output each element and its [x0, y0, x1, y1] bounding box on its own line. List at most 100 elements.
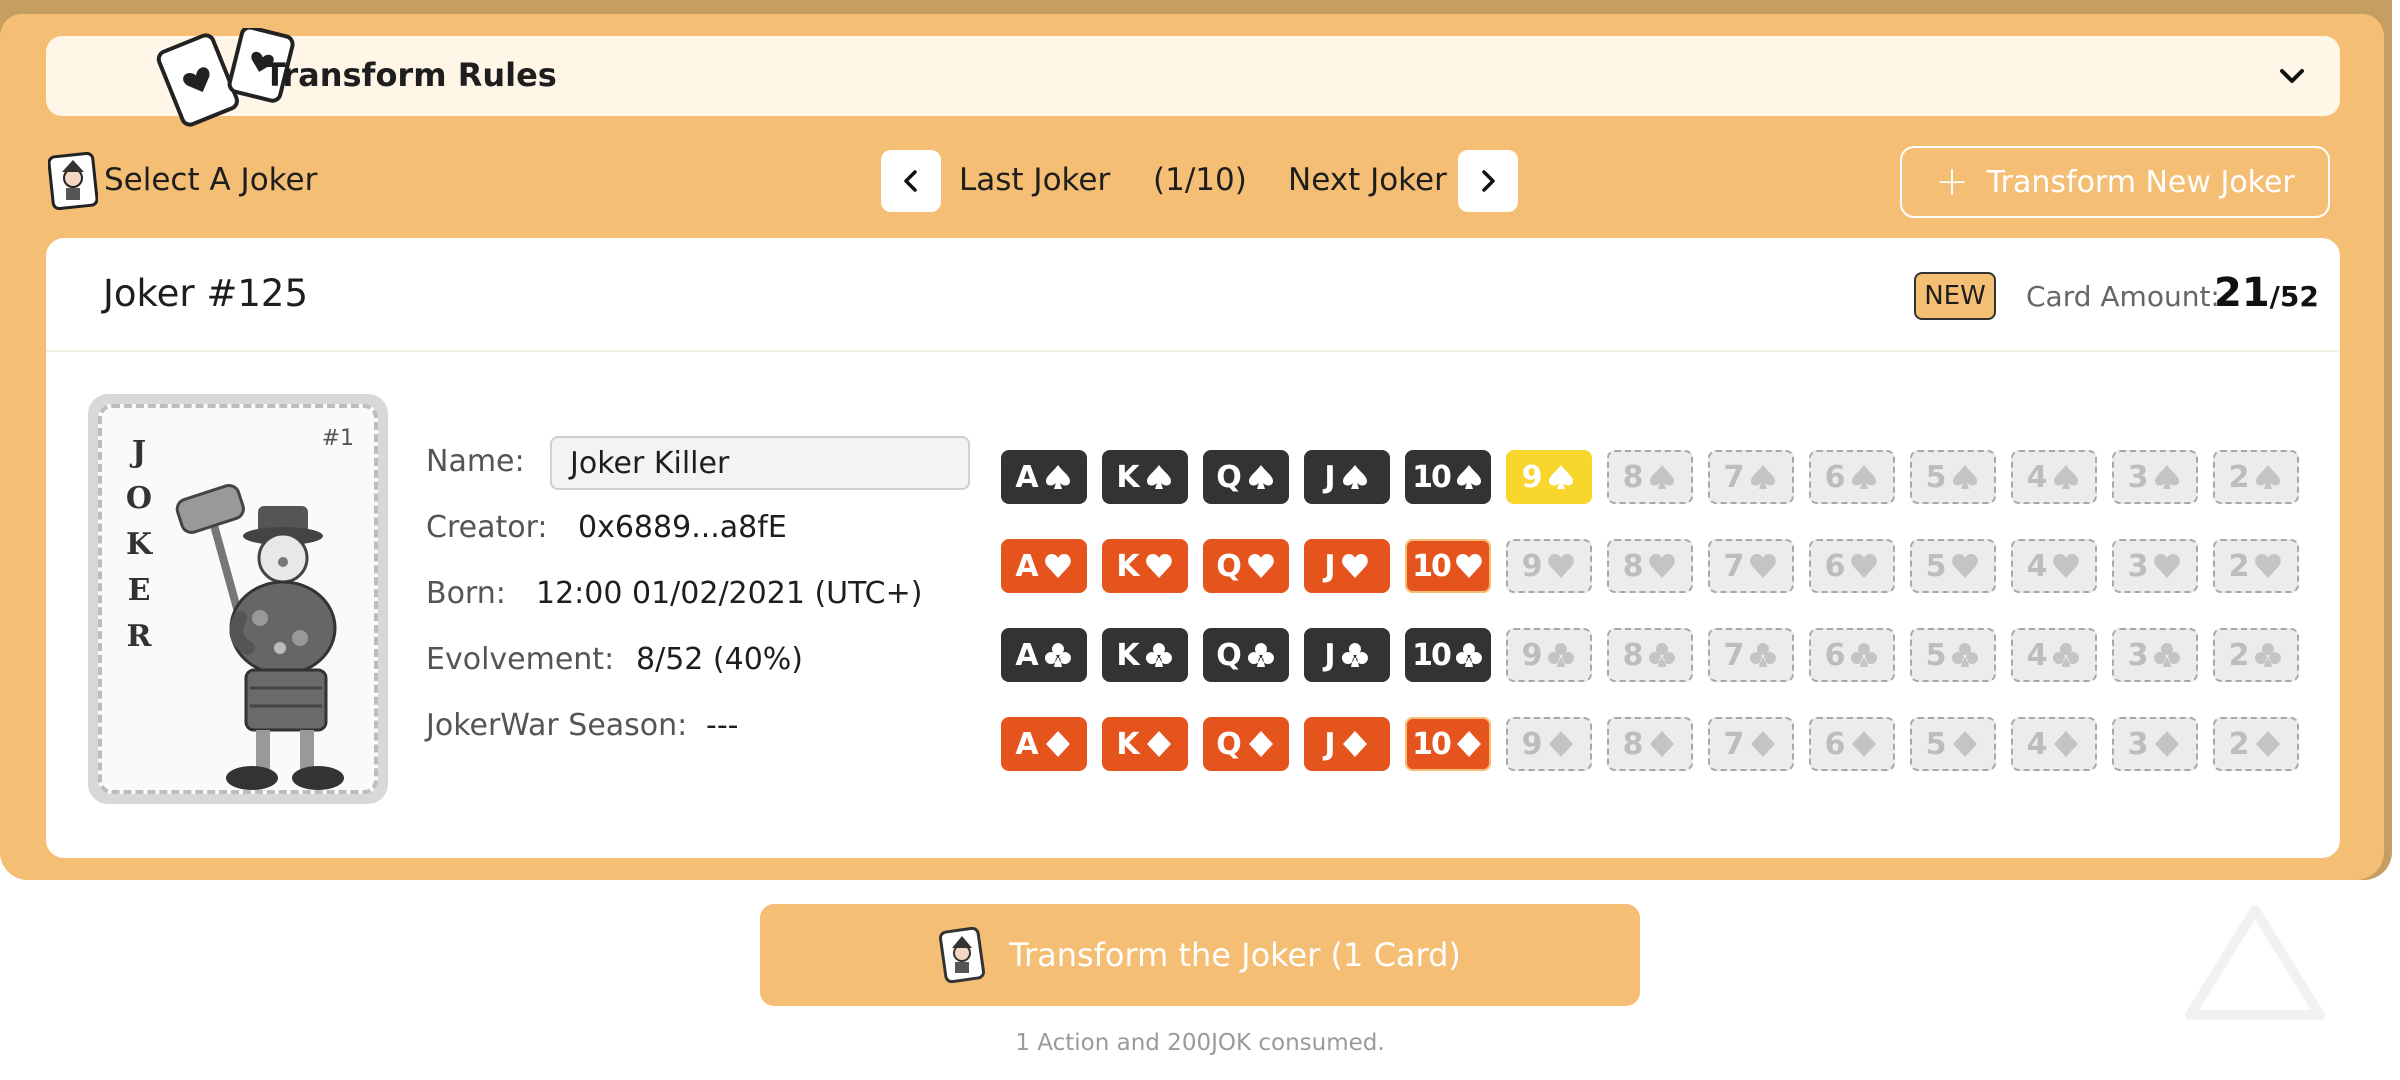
heart-icon: [1341, 554, 1368, 578]
card-5-diamond[interactable]: 5: [1910, 717, 1996, 771]
card-8-club[interactable]: 8: [1607, 628, 1693, 682]
card-5-heart[interactable]: 5: [1910, 539, 1996, 593]
joker-detail-card: Joker #125 NEW Card Amount: 21/52 #1 J O…: [46, 238, 2340, 858]
card-4-spade[interactable]: 4: [2011, 450, 2097, 504]
card-rank: 4: [2026, 637, 2048, 673]
card-rank: Q: [1216, 726, 1242, 762]
card-rank: 2: [2228, 637, 2250, 673]
card-7-heart[interactable]: 7: [1708, 539, 1794, 593]
card-6-heart[interactable]: 6: [1809, 539, 1895, 593]
card-J-heart[interactable]: J: [1304, 539, 1390, 593]
next-joker-button[interactable]: [1458, 150, 1518, 212]
card-rank: A: [1015, 726, 1039, 762]
transform-joker-button[interactable]: Transform the Joker (1 Card): [760, 904, 1640, 1006]
last-joker-link[interactable]: Last Joker: [959, 162, 1110, 198]
diamond-icon: [2155, 731, 2180, 757]
card-7-diamond[interactable]: 7: [1708, 717, 1794, 771]
card-Q-heart[interactable]: Q: [1203, 539, 1289, 593]
card-6-club[interactable]: 6: [1809, 628, 1895, 682]
card-3-diamond[interactable]: 3: [2112, 717, 2198, 771]
card-J-spade[interactable]: J: [1304, 450, 1390, 504]
card-rank: 8: [1622, 459, 1644, 495]
born-label: Born:: [426, 576, 506, 611]
card-rank: 10: [1412, 548, 1452, 584]
card-A-club[interactable]: A: [1001, 628, 1087, 682]
card-8-spade[interactable]: 8: [1607, 450, 1693, 504]
card-A-diamond[interactable]: A: [1001, 717, 1087, 771]
name-label: Name:: [426, 444, 525, 479]
card-7-spade[interactable]: 7: [1708, 450, 1794, 504]
card-4-heart[interactable]: 4: [2011, 539, 2097, 593]
heart-icon: [1145, 554, 1172, 578]
chevron-left-icon: [904, 170, 917, 192]
card-rank: 8: [1622, 548, 1644, 584]
heart-icon: [1548, 554, 1575, 578]
spade-icon: [1248, 465, 1273, 489]
transform-new-joker-button[interactable]: + Transform New Joker: [1900, 146, 2330, 218]
card-A-spade[interactable]: A: [1001, 450, 1087, 504]
card-10-club[interactable]: 10: [1405, 628, 1491, 682]
card-rank: Q: [1216, 637, 1242, 673]
new-badge: NEW: [1914, 272, 1996, 320]
card-rank: A: [1015, 548, 1039, 584]
diamond-icon: [1456, 731, 1481, 757]
card-rank: 7: [1723, 548, 1745, 584]
heart-icon: [1456, 554, 1482, 578]
transform-rules-bar[interactable]: Transform Rules: [46, 28, 2340, 127]
joker-name-field[interactable]: Joker Killer: [550, 436, 970, 490]
card-6-spade[interactable]: 6: [1809, 450, 1895, 504]
card-2-club[interactable]: 2: [2213, 628, 2299, 682]
card-J-diamond[interactable]: J: [1304, 717, 1390, 771]
card-rank: J: [1324, 726, 1336, 762]
card-9-heart[interactable]: 9: [1506, 539, 1592, 593]
card-3-club[interactable]: 3: [2112, 628, 2198, 682]
plus-icon: +: [1935, 159, 1969, 205]
card-9-diamond[interactable]: 9: [1506, 717, 1592, 771]
card-10-spade[interactable]: 10: [1405, 450, 1491, 504]
card-8-diamond[interactable]: 8: [1607, 717, 1693, 771]
card-2-diamond[interactable]: 2: [2213, 717, 2299, 771]
card-5-club[interactable]: 5: [1910, 628, 1996, 682]
scroll-to-top-icon[interactable]: [2180, 900, 2330, 1025]
card-10-heart[interactable]: 10: [1405, 539, 1491, 593]
card-3-heart[interactable]: 3: [2112, 539, 2198, 593]
card-Q-diamond[interactable]: Q: [1203, 717, 1289, 771]
heart-icon: [1952, 554, 1979, 578]
card-Q-spade[interactable]: Q: [1203, 450, 1289, 504]
card-9-spade[interactable]: 9: [1506, 450, 1592, 504]
next-joker-link[interactable]: Next Joker: [1288, 162, 1447, 198]
card-J-club[interactable]: J: [1304, 628, 1390, 682]
card-3-spade[interactable]: 3: [2112, 450, 2198, 504]
card-K-club[interactable]: K: [1102, 628, 1188, 682]
card-A-heart[interactable]: A: [1001, 539, 1087, 593]
card-10-diamond[interactable]: 10: [1405, 717, 1491, 771]
card-Q-club[interactable]: Q: [1203, 628, 1289, 682]
card-K-heart[interactable]: K: [1102, 539, 1188, 593]
card-K-diamond[interactable]: K: [1102, 717, 1188, 771]
rules-title: Transform Rules: [264, 56, 557, 94]
diamond-icon: [1248, 731, 1273, 757]
club-icon: [1649, 643, 1676, 667]
card-K-spade[interactable]: K: [1102, 450, 1188, 504]
previous-joker-button[interactable]: [881, 150, 941, 212]
card-4-diamond[interactable]: 4: [2011, 717, 2097, 771]
card-2-spade[interactable]: 2: [2213, 450, 2299, 504]
card-rank: 10: [1412, 459, 1452, 495]
club-icon: [1247, 643, 1274, 667]
card-9-club[interactable]: 9: [1506, 628, 1592, 682]
clown-figure-illustration: [175, 483, 344, 790]
card-5-spade[interactable]: 5: [1910, 450, 1996, 504]
consumed-note: 1 Action and 200JOK consumed.: [1015, 1030, 1385, 1056]
card-2-heart[interactable]: 2: [2213, 539, 2299, 593]
card-8-heart[interactable]: 8: [1607, 539, 1693, 593]
evolvement-value: 8/52 (40%): [636, 642, 803, 677]
card-rank: A: [1015, 459, 1039, 495]
card-rank: 4: [2026, 459, 2048, 495]
club-icon: [2053, 643, 2080, 667]
card-6-diamond[interactable]: 6: [1809, 717, 1895, 771]
card-7-club[interactable]: 7: [1708, 628, 1794, 682]
spade-icon: [1456, 465, 1481, 489]
card-4-club[interactable]: 4: [2011, 628, 2097, 682]
chevron-down-icon[interactable]: [2274, 58, 2310, 94]
diamond-icon: [1852, 731, 1877, 757]
